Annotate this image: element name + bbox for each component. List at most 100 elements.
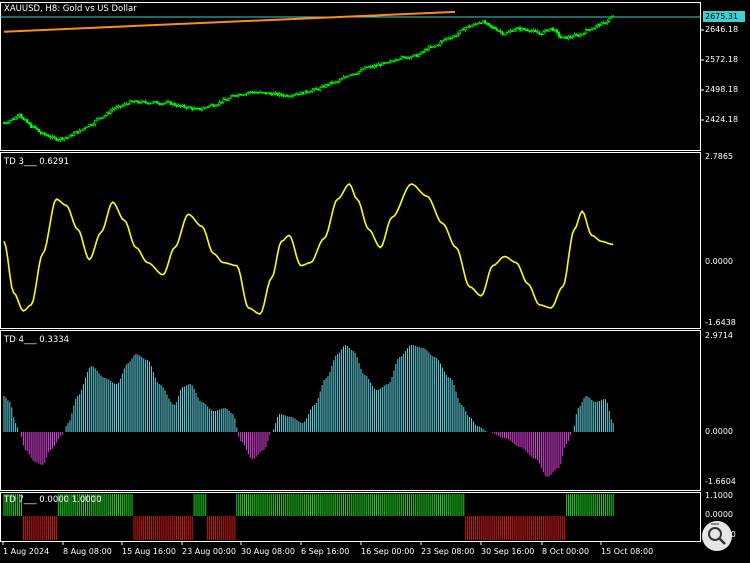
candle-body <box>2 122 6 124</box>
candle-body <box>540 33 543 35</box>
candle-body <box>555 29 558 33</box>
candle-body <box>57 139 60 141</box>
candle-body <box>216 104 219 107</box>
candle-body <box>332 81 335 84</box>
candle-body <box>181 105 184 107</box>
candle-body <box>604 22 607 24</box>
candle-body <box>350 74 353 76</box>
candle-body <box>293 94 297 96</box>
candle-body <box>193 107 196 110</box>
candle-body <box>334 81 337 84</box>
candle-body <box>148 102 151 105</box>
candle-body <box>394 59 397 62</box>
candle-body <box>608 18 611 22</box>
candle-body <box>125 103 128 106</box>
candle-body <box>152 101 155 104</box>
candle-body <box>485 23 489 25</box>
candle-body <box>501 31 504 35</box>
candle-body <box>396 59 399 61</box>
candle-body <box>412 54 415 57</box>
candle-body <box>204 106 207 109</box>
candle-body <box>392 60 396 63</box>
chart-canvas[interactable] <box>0 0 750 563</box>
candle-body <box>198 108 202 111</box>
candle-body <box>324 84 328 88</box>
magnifier-icon <box>708 523 726 545</box>
candle-body <box>94 119 97 125</box>
candle-body <box>35 127 39 130</box>
candle-body <box>557 31 560 37</box>
candle-body <box>478 22 481 25</box>
candle-body <box>542 31 545 35</box>
candle-body <box>76 131 79 134</box>
candle-body <box>383 62 386 65</box>
candle-body <box>86 126 89 128</box>
candle-body <box>189 106 192 109</box>
candle-body <box>64 137 68 139</box>
candle-body <box>515 27 518 31</box>
candle-body <box>222 98 225 103</box>
candle-body <box>328 81 332 86</box>
candle-body <box>322 85 326 88</box>
candle-body <box>239 93 242 96</box>
candle-body <box>214 105 217 108</box>
candle-body <box>600 22 603 26</box>
candle-body <box>270 93 273 96</box>
candle-body <box>278 93 281 96</box>
candle-body <box>367 66 370 69</box>
candle-body <box>559 36 562 38</box>
candle-body <box>441 39 444 43</box>
candle-body <box>6 122 9 124</box>
candle-body <box>20 113 23 118</box>
candle-body <box>24 119 27 121</box>
candle-body <box>369 65 372 68</box>
candle-body <box>491 26 494 29</box>
candle-body <box>357 71 361 74</box>
candle-body <box>305 90 308 93</box>
candle-body <box>111 108 114 111</box>
zoom-button[interactable] <box>702 521 732 551</box>
candle-body <box>202 107 205 110</box>
candle-body <box>505 32 508 35</box>
candle-body <box>183 105 186 108</box>
candle-body <box>524 29 527 31</box>
candle-body <box>435 44 438 47</box>
candle-body <box>484 20 487 24</box>
candle-body <box>169 101 172 105</box>
candle-body <box>586 29 590 31</box>
candle-body <box>82 128 85 131</box>
candle-body <box>406 56 409 59</box>
candle-body <box>200 108 203 111</box>
candle-body <box>437 44 440 47</box>
candle-body <box>185 106 188 109</box>
candle-body <box>553 29 557 32</box>
candle-body <box>31 125 35 128</box>
candle-body <box>480 22 483 25</box>
candle-body <box>309 91 312 93</box>
candle-body <box>144 101 147 103</box>
candle-body <box>235 95 238 97</box>
candle-body <box>18 113 21 117</box>
candle-body <box>596 24 599 27</box>
candle-body <box>138 102 141 104</box>
candle-body <box>212 104 215 107</box>
candle-body <box>520 28 524 31</box>
candle-body <box>379 64 382 66</box>
candle-body <box>282 95 285 97</box>
candle-body <box>466 25 469 28</box>
candle-body <box>590 28 593 31</box>
candle-body <box>241 94 244 96</box>
candle-body <box>66 136 70 139</box>
candle-body <box>142 100 145 103</box>
candle-body <box>280 93 283 96</box>
candle-body <box>274 92 277 95</box>
candle-body <box>489 24 493 28</box>
candle-body <box>255 92 258 94</box>
candle-body <box>344 76 347 78</box>
candle-body <box>47 135 50 138</box>
candle-body <box>14 116 17 120</box>
candle-body <box>218 101 221 105</box>
candle-body <box>342 76 345 80</box>
candle-body <box>123 103 126 106</box>
candle-body <box>26 119 29 123</box>
